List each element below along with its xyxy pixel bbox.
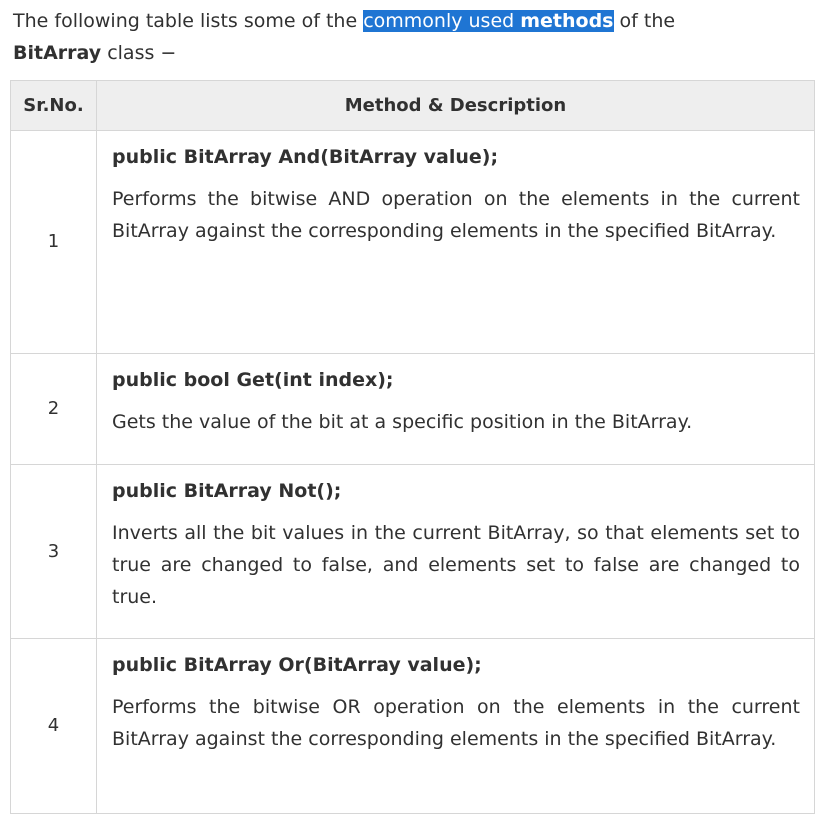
method-description: Gets the value of the bit at a specific … xyxy=(112,411,693,433)
selected-text-bold: methods xyxy=(520,10,614,32)
class-name: BitArray xyxy=(13,42,102,64)
row-number: 2 xyxy=(10,353,97,465)
table-row: 4 public BitArray Or(BitArray value); Pe… xyxy=(10,638,815,814)
method-signature: public BitArray And(BitArray value); xyxy=(112,146,499,168)
row-number: 4 xyxy=(10,638,97,814)
table-row: 1 public BitArray And(BitArray value); P… xyxy=(10,130,815,354)
method-description: Performs the bitwise AND operation on th… xyxy=(112,188,800,242)
table-header-row: Sr.No. Method & Description xyxy=(10,80,815,131)
row-number: 3 xyxy=(10,464,97,639)
row-description-cell: public BitArray Not(); Inverts all the b… xyxy=(96,464,815,639)
methods-table: Sr.No. Method & Description 1 public Bit… xyxy=(10,80,815,814)
row-description-cell: public BitArray Or(BitArray value); Perf… xyxy=(96,638,815,814)
row-description-cell: public BitArray And(BitArray value); Per… xyxy=(96,130,815,354)
header-sr-no: Sr.No. xyxy=(10,80,97,131)
intro-paragraph: The following table lists some of the co… xyxy=(13,5,810,69)
selected-text-plain: commonly used xyxy=(363,10,521,32)
method-signature: public bool Get(int index); xyxy=(112,369,394,391)
method-description: Performs the bitwise OR operation on the… xyxy=(112,696,800,750)
method-signature: public BitArray Or(BitArray value); xyxy=(112,654,482,676)
table-row: 3 public BitArray Not(); Inverts all the… xyxy=(10,464,815,639)
row-number: 1 xyxy=(10,130,97,354)
intro-text-end: class − xyxy=(101,42,177,64)
intro-text-before: The following table lists some of the xyxy=(13,10,364,32)
intro-text-after: of the xyxy=(613,10,676,32)
method-description: Inverts all the bit values in the curren… xyxy=(112,522,800,608)
table-row: 2 public bool Get(int index); Gets the v… xyxy=(10,353,815,465)
method-signature: public BitArray Not(); xyxy=(112,480,342,502)
row-description-cell: public bool Get(int index); Gets the val… xyxy=(96,353,815,465)
header-method-description: Method & Description xyxy=(96,80,815,131)
selected-text[interactable]: commonly used methods xyxy=(363,10,614,32)
